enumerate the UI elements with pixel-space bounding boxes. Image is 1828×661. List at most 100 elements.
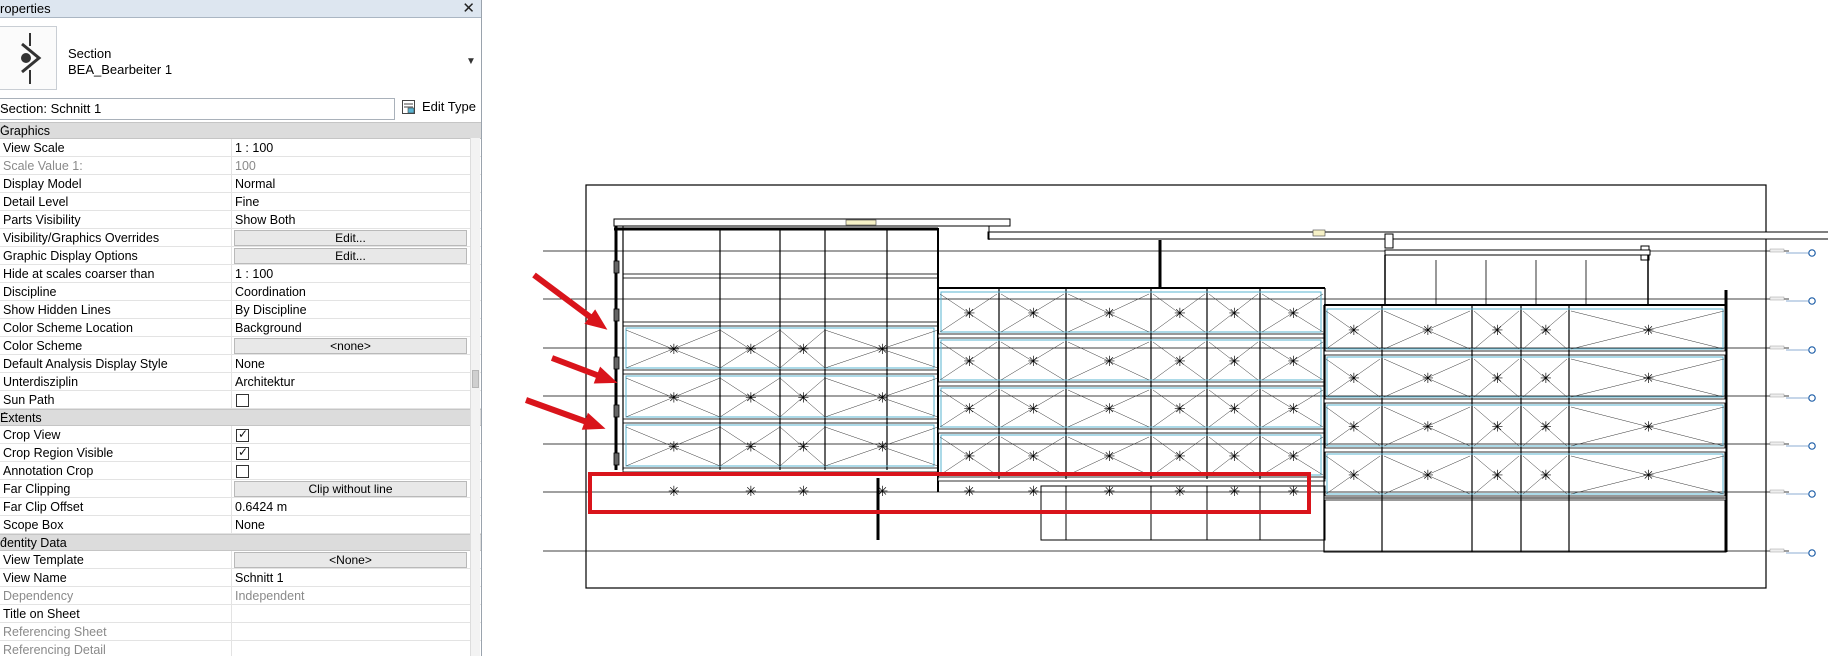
group-extents[interactable]: Extents ⌃ <box>0 409 481 426</box>
chevron-down-icon[interactable]: ▼ <box>466 56 476 67</box>
light-fixture-icon: ✳ <box>877 391 889 407</box>
crop-view-checkbox[interactable]: ✓ <box>236 427 249 442</box>
prop-value[interactable]: Background <box>231 319 470 336</box>
row-color-scheme-location: Color Scheme Location Background <box>0 319 481 337</box>
instance-selector[interactable]: Section: Schnitt 1 ⌄ <box>0 98 395 120</box>
drawing-canvas[interactable]: ✳ ✳ ✳ ✳ ✳ ✳ ✳ ✳ ✳ ✳ ✳ ✳ ✳ ✳ ✳ ✳ ✳ ✳ ✳ ✳ ✳ ✳ ✳ ✳ ✳ ✳ ✳ ✳ ✳ ✳ ✳ ✳ ✳ ✳ ✳ ✳ ✳ ✳ ✳ ✳… <box>486 0 1828 656</box>
prop-value-text: Normal <box>235 177 276 191</box>
properties-title-bar: roperties ✕ <box>0 0 481 18</box>
floor-slab <box>937 381 1326 387</box>
prop-value: ✓ <box>231 444 470 461</box>
row-unterdisziplin: Unterdisziplin Architektur <box>0 373 481 391</box>
graphic-display-edit-button[interactable]: Edit... <box>234 248 467 264</box>
light-fixture-icon: ✳ <box>1174 354 1186 370</box>
light-fixture-icon: ✳ <box>668 440 680 456</box>
light-fixture-icon: ✳ <box>798 440 810 456</box>
prop-name: Color Scheme <box>3 339 83 353</box>
light-fixture-icon: ✳ <box>1104 484 1116 500</box>
prop-value[interactable]: 1 : 100 <box>231 139 470 156</box>
annotation-crop-checkbox[interactable] <box>236 465 249 478</box>
light-fixture-icon: ✳ <box>798 484 810 500</box>
wall-bracket <box>613 260 620 274</box>
group-graphics[interactable]: Graphics ⌃ <box>0 122 481 139</box>
scrollbar-thumb[interactable] <box>472 370 479 388</box>
level-head-icon <box>1808 490 1816 498</box>
row-view-scale: View Scale 1 : 100 <box>0 139 481 157</box>
row-scope-box: Scope Box None <box>0 516 481 534</box>
prop-name: Visibility/Graphics Overrides <box>3 231 160 245</box>
prop-value[interactable]: Schnitt 1 <box>231 569 470 586</box>
prop-value[interactable]: None <box>231 355 470 372</box>
prop-name: Detail Level <box>3 195 69 209</box>
roof-parapet-left <box>613 218 1011 227</box>
level-tag <box>1769 393 1785 398</box>
prop-value[interactable]: Coordination <box>231 283 470 300</box>
prop-value[interactable]: None <box>231 516 470 533</box>
prop-name: Annotation Crop <box>3 464 94 478</box>
crop-region-visible-checkbox[interactable]: ✓ <box>236 445 249 460</box>
prop-name: Default Analysis Display Style <box>3 357 168 371</box>
light-fixture-icon: ✳ <box>1348 468 1360 484</box>
far-clipping-button[interactable]: Clip without line <box>234 481 467 497</box>
prop-value[interactable]: 1 : 100 <box>231 265 470 282</box>
level-tag <box>1769 548 1785 553</box>
level-head-icon <box>1808 549 1816 557</box>
prop-value[interactable]: By Discipline <box>231 301 470 318</box>
collapse-icon[interactable]: ⌃ <box>0 535 475 548</box>
prop-name: Discipline <box>3 285 57 299</box>
floor-slab <box>1323 447 1727 453</box>
type-selector[interactable]: Section BEA_Bearbeiter 1 ▼ <box>0 20 481 94</box>
row-vg-overrides: Visibility/Graphics Overrides Edit... <box>0 229 481 247</box>
row-parts-visibility: Parts Visibility Show Both <box>0 211 481 229</box>
prop-name: Sun Path <box>3 393 55 407</box>
light-fixture-icon: ✳ <box>1422 468 1434 484</box>
level-head-icon <box>1808 442 1816 450</box>
prop-value[interactable]: 0.6424 m <box>231 498 470 515</box>
row-color-scheme: Color Scheme <none> <box>0 337 481 355</box>
level-head-icon <box>1808 249 1816 257</box>
prop-value <box>231 641 470 656</box>
prop-value: 100 <box>231 157 470 174</box>
collapse-icon[interactable]: ⌃ <box>0 123 475 136</box>
glazing-band <box>940 291 1322 333</box>
prop-value[interactable]: Normal <box>231 175 470 192</box>
light-fixture-icon: ✳ <box>1174 306 1186 322</box>
floor-slab <box>937 476 1326 482</box>
light-fixture-icon: ✳ <box>1492 323 1504 339</box>
prop-value[interactable]: Fine <box>231 193 470 210</box>
view-template-button[interactable]: <None> <box>234 552 467 568</box>
vg-overrides-edit-button[interactable]: Edit... <box>234 230 467 246</box>
roof-element <box>845 219 877 226</box>
collapse-icon[interactable]: ⌃ <box>0 410 475 423</box>
light-fixture-icon: ✳ <box>1174 402 1186 418</box>
light-fixture-icon: ✳ <box>964 402 976 418</box>
prop-value[interactable] <box>231 605 470 622</box>
row-view-name: View Name Schnitt 1 <box>0 569 481 587</box>
prop-value-text: Fine <box>235 195 260 209</box>
prop-name: View Template <box>3 553 84 567</box>
prop-value-text: By Discipline <box>235 303 307 317</box>
light-fixture-icon: ✳ <box>1288 484 1300 500</box>
row-annotation-crop: Annotation Crop <box>0 462 481 480</box>
floor-slab <box>937 333 1326 339</box>
row-sun-path: Sun Path <box>0 391 481 409</box>
light-fixture-icon: ✳ <box>1104 354 1116 370</box>
prop-value[interactable]: Architektur <box>231 373 470 390</box>
properties-scrollbar[interactable] <box>470 138 480 656</box>
edit-type-button[interactable]: Edit Type <box>400 97 478 119</box>
prop-value-text: Independent <box>235 589 305 603</box>
prop-name: Dependency <box>3 589 74 603</box>
sun-path-checkbox[interactable] <box>236 394 249 407</box>
light-fixture-icon: ✳ <box>1104 402 1116 418</box>
prop-value[interactable]: Show Both <box>231 211 470 228</box>
color-scheme-button[interactable]: <none> <box>234 338 467 354</box>
light-fixture-icon: ✳ <box>1028 484 1040 500</box>
light-fixture-icon: ✳ <box>1540 371 1552 387</box>
prop-value: Edit... <box>231 247 470 264</box>
close-icon[interactable]: ✕ <box>462 0 475 17</box>
prop-name: View Name <box>3 571 67 585</box>
group-identity-data[interactable]: dentity Data ⌃ <box>0 534 481 551</box>
section-drawing[interactable]: ✳ ✳ ✳ ✳ ✳ ✳ ✳ ✳ ✳ ✳ ✳ ✳ ✳ ✳ ✳ ✳ ✳ ✳ ✳ ✳ ✳ ✳ ✳ ✳ ✳ ✳ ✳ ✳ ✳ ✳ ✳ ✳ ✳ ✳ ✳ ✳ ✳ ✳ ✳ ✳… <box>486 0 1828 656</box>
panel-title: roperties <box>0 1 51 16</box>
row-analysis-style: Default Analysis Display Style None <box>0 355 481 373</box>
